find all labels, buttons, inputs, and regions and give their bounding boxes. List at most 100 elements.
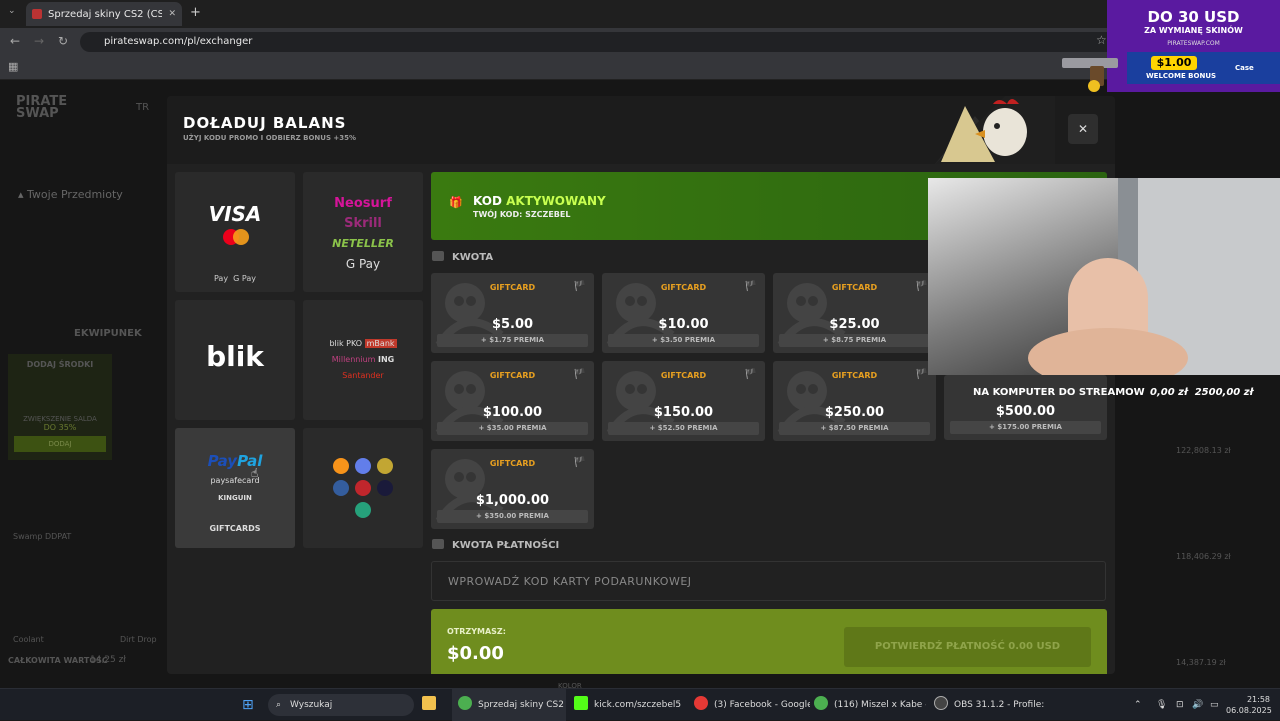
paysafecard-logo: paysafecard: [210, 476, 260, 485]
bank-ing-logo: ING: [378, 355, 395, 364]
giftcard-option[interactable]: GIFTCARD 🏴 $150.00 + $52.50 PREMIA: [602, 361, 765, 441]
item-name-2: Coolant: [13, 635, 44, 644]
total-value: 14,25 zł: [90, 655, 126, 665]
goal-progress-value: 0,00 zł: [1150, 387, 1188, 398]
file-explorer-icon[interactable]: [422, 689, 442, 721]
tab-list-icon[interactable]: ⌄: [8, 6, 16, 16]
modal-header: DOŁADUJ BALANS UŻYJ KODU PROMO I ODBIERZ…: [167, 96, 1115, 164]
apple-pay-logo: Pay: [213, 274, 229, 283]
kick-icon: [574, 696, 588, 710]
close-tab-icon[interactable]: ✕: [168, 9, 176, 19]
mouse-cursor-icon: ☝: [251, 466, 259, 480]
taskbar-search-text: Wyszukaj: [290, 700, 333, 710]
bonus-label: WELCOME BONUS: [1145, 72, 1217, 80]
giftcard-amount: $25.00: [829, 317, 880, 332]
payment-summary: OTRZYMASZ: $0.00 POTWIERDŹ PŁATNOŚĆ 0.00…: [431, 609, 1107, 674]
giftcard-bonus: + $35.00 PREMIA: [437, 422, 588, 435]
taskbar-search[interactable]: ⌕ Wyszukaj: [268, 694, 414, 716]
taskbar-app-obs[interactable]: OBS 31.1.2 - Profile: Bez: [934, 689, 1046, 721]
modal-close-button[interactable]: ✕: [1068, 114, 1098, 144]
clock-time: 21:58: [1246, 695, 1270, 704]
reload-icon[interactable]: ↻: [58, 34, 68, 48]
taskbar-clock[interactable]: 21:58 06.08.2025: [1226, 689, 1272, 721]
giftcard-label: GIFTCARD: [831, 371, 878, 380]
wallet-icon: [432, 251, 444, 261]
increase-pct: DO 35%: [43, 423, 77, 432]
promo-line1: DO 30 USD: [1147, 8, 1240, 26]
back-icon[interactable]: ←: [10, 34, 20, 48]
taskbar-app5-label: OBS 31.1.2 - Profile: Bez: [954, 700, 1046, 710]
url-text: pirateswap.com/pl/exchanger: [104, 36, 253, 47]
add-funds-label: DODAJ ŚRODKI: [26, 360, 94, 369]
network-icon[interactable]: ⊡: [1176, 689, 1184, 721]
battery-icon[interactable]: ▭: [1210, 689, 1219, 721]
giftcard-500-partial[interactable]: $500.00 + $175.00 PREMIA: [944, 375, 1107, 440]
modal-subtitle: UŻYJ KODU PROMO I ODBIERZ BONUS +35%: [183, 134, 357, 142]
giftcard-code-placeholder: WPROWADŹ KOD KARTY PODARUNKOWEJ: [448, 575, 692, 588]
giftcard-option[interactable]: GIFTCARD 🏴 $5.00 + $1.75 PREMIA: [431, 273, 594, 353]
items-header-text: Twoje Przedmioty: [27, 188, 123, 201]
giftcard-code-input[interactable]: WPROWADŹ KOD KARTY PODARUNKOWEJ: [431, 561, 1106, 601]
bookmark-star-icon[interactable]: ☆: [1096, 33, 1107, 47]
windows-taskbar: ⊞ ⌕ Wyszukaj Sprzedaj skiny CS2 (CS:G ki…: [0, 688, 1280, 721]
taskbar-app-chrome-1[interactable]: Sprzedaj skiny CS2 (CS:G: [452, 689, 566, 721]
increase-balance-label: ZWIĘKSZENIE SALDA: [23, 415, 97, 423]
obs-icon: [934, 696, 948, 710]
add-funds-button[interactable]: DODAJ: [14, 436, 106, 452]
giftcard-option[interactable]: GIFTCARD 🏴 $100.00 + $35.00 PREMIA: [431, 361, 594, 441]
payment-card-giftcards[interactable]: PayPal paysafecard KINGUIN GIFTCARDS ☝: [175, 428, 295, 548]
taskbar-app-youtube[interactable]: (116) Miszel x Kabe - RA: [814, 689, 926, 721]
giftcard-amount: $1,000.00: [475, 493, 550, 508]
url-bar[interactable]: pirateswap.com/pl/exchanger: [80, 32, 1120, 52]
payment-card-visa[interactable]: VISA Pay G Pay: [175, 172, 295, 292]
giftcard-bonus: + $1.75 PREMIA: [437, 334, 588, 347]
modal-title: DOŁADUJ BALANS: [183, 114, 347, 132]
giftcard-option[interactable]: GIFTCARD 🏴 $1,000.00 + $350.00 PREMIA: [431, 449, 594, 529]
microphone-icon[interactable]: 🎙: [1156, 689, 1167, 721]
your-code: TWÓJ KOD: SZCZEBEL: [473, 210, 571, 219]
tray-expand-icon[interactable]: ⌃: [1134, 689, 1142, 721]
blik-logo: blik: [206, 340, 264, 373]
items-header[interactable]: ▴ Twoje Przedmioty: [18, 188, 123, 201]
price-3: 14,387.19 zł: [1176, 658, 1226, 667]
item-name-3: Dirt Drop: [120, 635, 157, 644]
giftcard-option[interactable]: GIFTCARD 🏴 $250.00 + $87.50 PREMIA: [773, 361, 936, 441]
giftcard-label: GIFTCARD: [489, 283, 536, 292]
giftcard-label: GIFTCARD: [660, 283, 707, 292]
giftcard-bonus: + $87.50 PREMIA: [779, 422, 930, 435]
pirate-coin-icon: 🏴: [573, 457, 586, 468]
donation-goal-text: NA KOMPUTER DO STREAMOW: [973, 387, 1145, 398]
giftcards-label: GIFTCARDS: [209, 524, 261, 533]
confirm-payment-button[interactable]: POTWIERDŹ PŁATNOŚĆ 0.00 USD: [844, 627, 1091, 667]
payment-card-banks[interactable]: blik PKO mBank Millennium ING Santander: [303, 300, 423, 420]
chrome-icon: [814, 696, 828, 710]
bank-millennium-logo: Millennium: [331, 355, 376, 364]
payment-card-ewallets[interactable]: Neosurf Skrill NETELLER G Pay: [303, 172, 423, 292]
windows-start-icon[interactable]: ⊞: [242, 689, 254, 721]
pirate-coin-icon: 🏴: [915, 369, 928, 380]
inventory-tab[interactable]: EKWIPUNEK: [74, 328, 142, 339]
volume-icon[interactable]: 🔊: [1192, 689, 1203, 721]
payment-card-crypto[interactable]: [303, 428, 423, 548]
taskbar-app4-label: (116) Miszel x Kabe - RA: [834, 700, 926, 710]
bank-santander-logo: Santander: [342, 371, 384, 380]
bonus-brand: Case: [1235, 64, 1254, 72]
forward-icon[interactable]: →: [34, 34, 44, 48]
price-2: 118,406.29 zł: [1176, 552, 1231, 561]
pistol-graphic-icon: [1062, 58, 1118, 92]
giftcard-option[interactable]: GIFTCARD 🏴 $25.00 + $8.75 PREMIA: [773, 273, 936, 353]
giftcard-option[interactable]: GIFTCARD 🏴 $10.00 + $3.50 PREMIA: [602, 273, 765, 353]
apps-grid-icon[interactable]: ▦: [8, 60, 18, 73]
taskbar-app3-label: (3) Facebook - Google C: [714, 700, 810, 710]
new-tab-icon[interactable]: +: [190, 5, 201, 20]
site-logo[interactable]: PIRATE SWAP: [16, 95, 67, 120]
payment-amount-label-text: KWOTA PŁATNOŚCI: [452, 540, 560, 551]
payment-card-blik[interactable]: blik: [175, 300, 295, 420]
receive-label: OTRZYMASZ:: [447, 627, 506, 636]
browser-tab[interactable]: Sprzedaj skiny CS2 (CS:GO) | N ✕: [26, 2, 182, 26]
item-name-1: Swamp DDPAT: [13, 532, 72, 541]
giftcard-amount: $100.00: [482, 405, 543, 420]
taskbar-app-kick[interactable]: kick.com/szczebel5: [572, 689, 690, 721]
taskbar-app-facebook[interactable]: (3) Facebook - Google C: [694, 689, 810, 721]
site-nav-item[interactable]: TR: [136, 102, 149, 113]
